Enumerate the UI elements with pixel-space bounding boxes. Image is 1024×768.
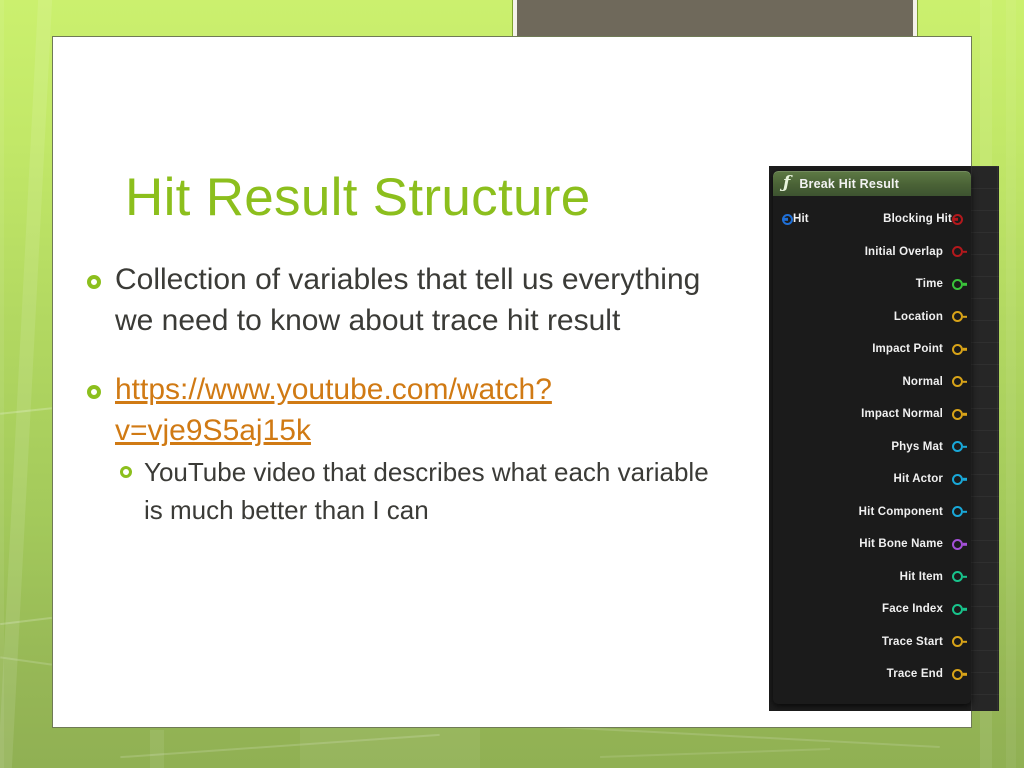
pin-label: Impact Point (872, 343, 943, 356)
pin-dot-icon[interactable] (952, 441, 963, 453)
page-title: Hit Result Structure (125, 168, 591, 227)
node-output-pin-initial-overlap[interactable]: Initial Overlap (773, 236, 971, 269)
blueprint-node-screenshot: ƒ Break Hit Result Hit Blocking Hit Init… (769, 166, 999, 711)
background-streak (150, 730, 164, 768)
pin-dot-icon[interactable] (952, 376, 963, 388)
node-output-pin-trace-end[interactable]: Trace End (773, 658, 971, 691)
pin-dot-icon[interactable] (952, 278, 963, 290)
pin-dot-icon[interactable] (952, 571, 963, 583)
node-output-pin-impact-point[interactable]: Impact Point (773, 333, 971, 366)
background-streak (1006, 0, 1016, 768)
background-streak (300, 728, 480, 768)
node-output-pin-hit-item[interactable]: Hit Item (773, 561, 971, 594)
slide-content-panel: Hit Result Structure Collection of varia… (52, 36, 999, 728)
list-item: YouTube video that describes what each v… (87, 453, 723, 529)
list-item: Collection of variables that tell us eve… (87, 259, 723, 341)
node-output-pin-face-index[interactable]: Face Index (773, 593, 971, 626)
list-item-label: YouTube video that describes what each v… (144, 457, 709, 525)
node-output-pin-impact-normal[interactable]: Impact Normal (773, 398, 971, 431)
background-streak (0, 407, 52, 415)
pin-label: Trace End (886, 668, 943, 681)
pin-dot-icon[interactable] (952, 506, 963, 518)
list-item: https://www.youtube.com/watch?v=vje9S5aj… (87, 369, 723, 451)
pin-dot-icon[interactable] (782, 213, 793, 225)
pin-dot-icon[interactable] (952, 473, 963, 485)
background-streak (0, 616, 52, 626)
node-pin-first-row: Hit Blocking Hit (773, 203, 971, 236)
pin-dot-icon[interactable] (952, 603, 963, 615)
list-item-label: Collection of variables that tell us eve… (115, 263, 701, 337)
node-input-pin-hit[interactable]: Hit (782, 213, 809, 225)
pin-label: Location (893, 310, 943, 323)
node-output-pin-hit-actor[interactable]: Hit Actor (773, 463, 971, 496)
background-streak (120, 733, 440, 759)
bullet-list: Collection of variables that tell us eve… (87, 259, 723, 531)
pin-label: Hit Actor (893, 473, 943, 486)
pin-label: Trace Start (881, 635, 943, 648)
pin-label: Hit (793, 213, 809, 226)
pin-label: Time (915, 278, 943, 291)
background-streak (0, 0, 53, 768)
pin-label: Hit Bone Name (859, 538, 943, 551)
pin-dot-icon[interactable] (952, 246, 963, 258)
background-streak (600, 747, 830, 759)
bullet-ring-icon (87, 385, 101, 399)
node-output-pin-normal[interactable]: Normal (773, 366, 971, 399)
pin-label: Face Index (882, 603, 943, 616)
node-title: Break Hit Result (799, 176, 900, 191)
function-f-icon: ƒ (783, 173, 791, 193)
node-output-pin-blocking-hit[interactable]: Blocking Hit (883, 213, 963, 225)
blueprint-grid-background (971, 166, 999, 711)
node-output-pin-phys-mat[interactable]: Phys Mat (773, 431, 971, 464)
slide-canvas: Hit Result Structure Collection of varia… (0, 0, 1024, 768)
background-streak (0, 0, 4, 768)
node-output-pin-hit-component[interactable]: Hit Component (773, 496, 971, 529)
node-output-pin-hit-bone-name[interactable]: Hit Bone Name (773, 528, 971, 561)
node-output-pin-time[interactable]: Time (773, 268, 971, 301)
pin-dot-icon[interactable] (952, 538, 963, 550)
break-hit-result-node[interactable]: ƒ Break Hit Result Hit Blocking Hit Init… (773, 171, 971, 704)
node-header: ƒ Break Hit Result (773, 171, 971, 196)
pin-dot-icon[interactable] (952, 636, 963, 648)
pin-dot-icon[interactable] (952, 343, 963, 355)
pin-label: Normal (902, 375, 943, 388)
pin-dot-icon[interactable] (952, 213, 963, 225)
youtube-link[interactable]: https://www.youtube.com/watch?v=vje9S5aj… (115, 369, 723, 451)
pin-dot-icon[interactable] (952, 311, 963, 323)
background-streak (0, 656, 52, 666)
pin-label: Blocking Hit (883, 213, 952, 226)
node-output-pin-trace-start[interactable]: Trace Start (773, 626, 971, 659)
pin-label: Hit Item (899, 570, 943, 583)
pin-dot-icon[interactable] (952, 408, 963, 420)
node-output-pin-location[interactable]: Location (773, 301, 971, 334)
pin-label: Hit Component (858, 505, 943, 518)
pin-label: Phys Mat (891, 440, 943, 453)
node-pin-list: Hit Blocking Hit Initial Overlap Time Lo… (773, 196, 971, 691)
bullet-ring-icon (120, 466, 132, 478)
pin-dot-icon[interactable] (952, 668, 963, 680)
bullet-ring-icon (87, 275, 101, 289)
pin-label: Initial Overlap (864, 245, 943, 258)
pin-label: Impact Normal (861, 408, 943, 421)
